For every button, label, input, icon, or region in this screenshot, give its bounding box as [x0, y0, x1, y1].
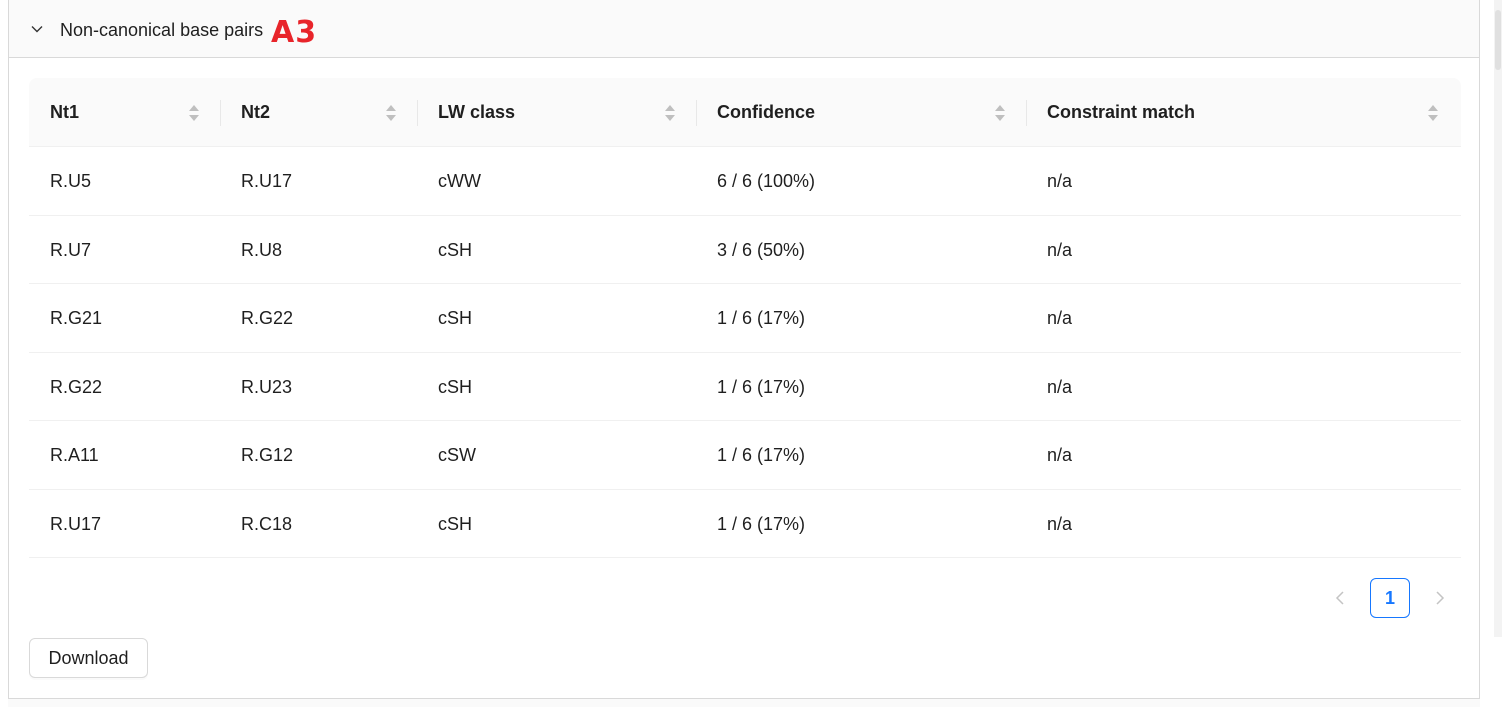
column-separator — [1026, 100, 1027, 126]
cell-lw-class: cSH — [438, 239, 473, 260]
sort-icon[interactable] — [188, 102, 200, 124]
cell-constraint-match: n/a — [1047, 445, 1073, 465]
cell-nt1: R.G22 — [50, 376, 103, 397]
annotation-label: A3 — [271, 15, 318, 50]
cell-confidence: 1 / 6 (17%) — [717, 376, 806, 397]
column-header-constraint-match[interactable]: Constraint match — [1047, 78, 1195, 146]
column-header-nt2[interactable]: Nt2 — [241, 78, 270, 146]
cell-nt2: R.U8 — [241, 239, 283, 260]
cell-lw-class: cSH — [438, 308, 473, 328]
table-row: R.G21 R.G22 cSH 1 / 6 (17%) n/a — [29, 284, 1461, 353]
cell-nt2: R.U17 — [241, 171, 293, 191]
cell-nt1: R.U7 — [50, 239, 92, 260]
sort-icon[interactable] — [385, 102, 397, 124]
base-pairs-table: Nt1 Nt2 LW class Confidence Constraint m… — [29, 78, 1461, 558]
cell-nt1: R.G21 — [50, 308, 103, 328]
cell-lw-class: cSH — [438, 513, 473, 534]
column-header-confidence[interactable]: Confidence — [717, 78, 815, 146]
column-header-nt1[interactable]: Nt1 — [50, 78, 79, 146]
next-panel-header — [8, 698, 1480, 707]
cell-confidence: 6 / 6 (100%) — [717, 171, 816, 191]
column-separator — [417, 100, 418, 126]
cell-constraint-match: n/a — [1047, 239, 1073, 260]
chevron-down-icon[interactable] — [29, 21, 45, 37]
cell-nt2: R.U23 — [241, 376, 293, 397]
column-header-lw-class[interactable]: LW class — [438, 78, 515, 146]
cell-nt2: R.G22 — [241, 308, 294, 328]
cell-confidence: 1 / 6 (17%) — [717, 445, 806, 465]
cell-confidence: 3 / 6 (50%) — [717, 239, 806, 260]
cell-constraint-match: n/a — [1047, 171, 1073, 191]
chevron-left-icon[interactable] — [1330, 588, 1350, 608]
cell-nt2: R.G12 — [241, 445, 294, 465]
cell-nt1: R.A11 — [50, 445, 99, 465]
scrollbar-thumb[interactable] — [1495, 10, 1501, 70]
cell-confidence: 1 / 6 (17%) — [717, 513, 806, 534]
panel-header[interactable]: Non-canonical base pairs A3 — [9, 0, 1479, 58]
chevron-right-icon[interactable] — [1430, 588, 1450, 608]
cell-constraint-match: n/a — [1047, 308, 1073, 328]
pagination-page-1[interactable]: 1 — [1370, 578, 1410, 618]
cell-confidence: 1 / 6 (17%) — [717, 308, 806, 328]
panel-title: Non-canonical base pairs — [60, 20, 264, 40]
table-row: R.U5 R.U17 cWW 6 / 6 (100%) n/a — [29, 147, 1461, 216]
table-row: R.A11 R.G12 cSW 1 / 6 (17%) n/a — [29, 421, 1461, 490]
table-header: Nt1 Nt2 LW class Confidence Constraint m… — [29, 78, 1461, 147]
non-canonical-panel: Non-canonical base pairs A3 Nt1 Nt2 LW c… — [8, 0, 1480, 707]
column-separator — [220, 100, 221, 126]
cell-lw-class: cWW — [438, 171, 481, 191]
cell-lw-class: cSW — [438, 445, 476, 465]
sort-icon[interactable] — [664, 102, 676, 124]
cell-nt1: R.U17 — [50, 513, 102, 534]
sort-icon[interactable] — [994, 102, 1006, 124]
table-row: R.U17 R.C18 cSH 1 / 6 (17%) n/a — [29, 490, 1461, 558]
scrollbar-track[interactable] — [1494, 0, 1502, 637]
cell-nt1: R.U5 — [50, 171, 92, 191]
sort-icon[interactable] — [1427, 102, 1439, 124]
table-row: R.G22 R.U23 cSH 1 / 6 (17%) n/a — [29, 353, 1461, 421]
cell-lw-class: cSH — [438, 376, 473, 397]
column-separator — [696, 100, 697, 126]
download-button[interactable]: Download — [29, 638, 148, 678]
table-row: R.U7 R.U8 cSH 3 / 6 (50%) n/a — [29, 216, 1461, 284]
cell-nt2: R.C18 — [241, 513, 293, 534]
cell-constraint-match: n/a — [1047, 513, 1073, 534]
cell-constraint-match: n/a — [1047, 376, 1073, 397]
